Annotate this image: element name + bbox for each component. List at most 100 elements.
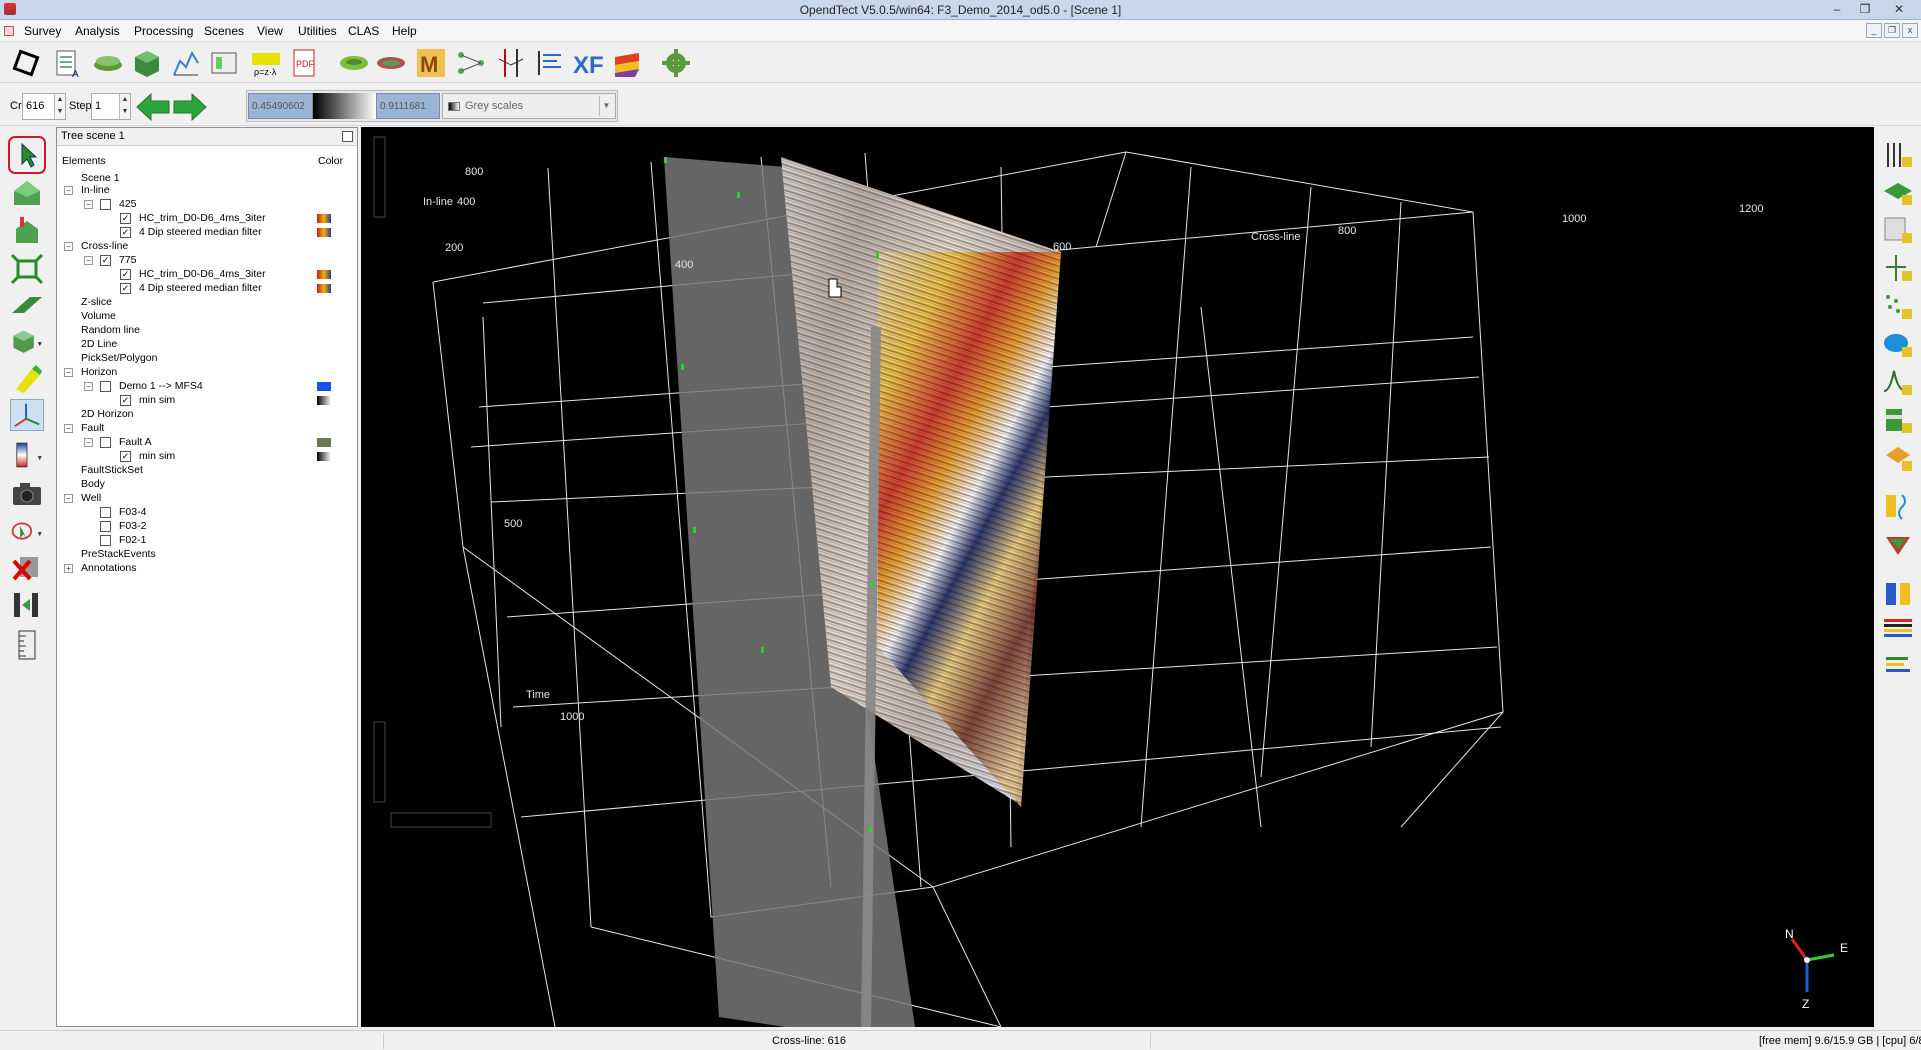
well-log-icon[interactable] [1882, 491, 1914, 521]
step-spinbox[interactable]: 1 ▲ ▼ [91, 93, 131, 120]
tree-inline-attr2[interactable]: 4 Dip steered median filter [139, 226, 262, 239]
expand-well-icon[interactable]: − [64, 494, 73, 503]
expand-fault-icon[interactable]: − [64, 424, 73, 433]
tree-inline-425[interactable]: 425 [119, 198, 137, 211]
sequence-stratigraphy-icon[interactable] [611, 47, 643, 79]
checkbox-crossline-attr1[interactable]: ✓ [120, 269, 131, 280]
3d-scene-viewer[interactable]: In-line Cross-line Time 800 400 200 400 … [361, 127, 1874, 1027]
menu-scenes[interactable]: Scenes [204, 24, 244, 38]
checkbox-inline-attr2[interactable]: ✓ [120, 227, 131, 238]
session-icon[interactable] [1882, 443, 1914, 473]
checkbox-crossline-775[interactable]: ✓ [100, 255, 111, 266]
colorbar-preview[interactable] [313, 93, 376, 119]
expand-425-icon[interactable]: − [84, 200, 93, 209]
tree-well-f02-1[interactable]: F02-1 [119, 534, 146, 547]
tree-random-line[interactable]: Random line [81, 324, 140, 337]
tree-well-f03-2[interactable]: F03-2 [119, 520, 146, 533]
checkbox-inline-425[interactable] [100, 199, 111, 210]
fault-minsim-colortable[interactable] [317, 452, 331, 461]
close-button[interactable]: ✕ [1885, 1, 1913, 18]
cube-icon[interactable] [131, 47, 163, 79]
fault-color-swatch[interactable] [317, 438, 331, 447]
tree-crossline-775[interactable]: 775 [119, 254, 137, 267]
tree-fault[interactable]: Fault [81, 422, 104, 435]
tree-crossline[interactable]: Cross-line [81, 240, 128, 253]
horizon-color-swatch[interactable] [317, 382, 331, 391]
mdi-minimize-button[interactable]: _ [1866, 23, 1882, 38]
color-min-field[interactable]: 0.45490602 [248, 93, 313, 119]
tree-horizon-demo1[interactable]: Demo 1 --> MFS4 [119, 380, 203, 393]
arrow-right-icon[interactable] [172, 92, 208, 122]
remove-object-icon[interactable] [10, 551, 44, 583]
mdi-close-button[interactable]: x [1902, 23, 1918, 38]
axes-icon[interactable] [10, 399, 44, 431]
tree-well-f03-4[interactable]: F03-4 [119, 506, 146, 519]
well-tie-icon[interactable] [495, 47, 527, 79]
crossline-attr1-colortable[interactable] [317, 270, 331, 279]
menu-processing[interactable]: Processing [134, 24, 193, 38]
expand-775-icon[interactable]: − [84, 256, 93, 265]
tree-horizon-minsim[interactable]: min sim [139, 394, 175, 407]
sequence-tool-icon[interactable] [1882, 529, 1914, 559]
col-color[interactable]: Color [318, 155, 343, 168]
plugins-gear-icon[interactable] [660, 47, 692, 79]
view-all-icon[interactable] [10, 253, 44, 285]
horizon-manager-icon[interactable] [1882, 177, 1914, 207]
checkbox-crossline-attr2[interactable]: ✓ [120, 283, 131, 294]
inline-attr2-colortable[interactable] [317, 228, 331, 237]
tree-zslice[interactable]: Z-slice [81, 296, 112, 309]
scene-canvas[interactable]: In-line Cross-line Time 800 400 200 400 … [361, 127, 1874, 1027]
table-icon[interactable] [208, 47, 240, 79]
seismic-strip-icon[interactable] [1882, 615, 1914, 645]
tree-volume[interactable]: Volume [81, 310, 116, 323]
attribute-set-icon[interactable]: A [52, 47, 84, 79]
body-icon[interactable] [1882, 329, 1914, 359]
madagascar-icon[interactable]: M [415, 47, 447, 79]
tree-2d-horizon[interactable]: 2D Horizon [81, 408, 134, 421]
color-max-field[interactable]: 0.9111681 [376, 93, 440, 119]
log-tools-icon[interactable] [533, 47, 565, 79]
highlighter-icon[interactable] [10, 363, 44, 395]
neural-network-icon[interactable] [455, 47, 487, 79]
tree-fault-a[interactable]: Fault A [119, 436, 152, 449]
undock-icon[interactable] [342, 131, 353, 142]
well-display-icon[interactable] [1882, 139, 1914, 169]
crl-spinbox[interactable]: 616 ▲ ▼ [22, 93, 66, 120]
tree-annotations[interactable]: Annotations [81, 562, 136, 575]
expand-demo1-icon[interactable]: − [84, 382, 93, 391]
fault-surface-icon[interactable] [375, 47, 407, 79]
mdi-restore-button[interactable]: ❐ [1884, 23, 1900, 38]
checkbox-horizon-demo1[interactable] [100, 381, 111, 392]
log-correlation-icon[interactable] [1882, 579, 1914, 609]
tree-crossline-attr1[interactable]: HC_trim_D0-D6_4ms_3iter [139, 268, 266, 281]
tree-inline[interactable]: In-line [81, 184, 110, 197]
tree-inline-attr1[interactable]: HC_trim_D0-D6_4ms_3iter [139, 212, 266, 225]
stereo-view-icon[interactable] [10, 589, 44, 621]
checkbox-inline-attr1[interactable]: ✓ [120, 213, 131, 224]
wavelet-icon[interactable] [1882, 367, 1914, 397]
colortable-select[interactable]: Grey scales ▼ [442, 93, 616, 119]
horizon-2d-icon[interactable] [1882, 215, 1914, 245]
survey-setup-icon[interactable] [10, 47, 42, 79]
horizon-icon[interactable] [338, 47, 370, 79]
pdf-icon[interactable]: PDF [288, 47, 320, 79]
tree-fault-minsim[interactable]: min sim [139, 450, 175, 463]
menu-clas[interactable]: CLAS [348, 24, 379, 38]
menu-analysis[interactable]: Analysis [75, 24, 120, 38]
checkbox-well-f03-4[interactable] [100, 507, 111, 518]
zoom-mouse-icon[interactable]: ▼ [10, 515, 44, 547]
tree-pickset[interactable]: PickSet/Polygon [81, 352, 157, 365]
menu-help[interactable]: Help [392, 24, 417, 38]
stratigraphy-icon[interactable] [1882, 405, 1914, 435]
checkbox-fault-a[interactable] [100, 437, 111, 448]
checkbox-well-f03-2[interactable] [100, 521, 111, 532]
crossplot-icon[interactable] [170, 47, 202, 79]
minimize-button[interactable]: – [1823, 1, 1851, 18]
expand-faulta-icon[interactable]: − [84, 438, 93, 447]
col-elements[interactable]: Elements [62, 155, 106, 168]
camera-icon[interactable] [10, 477, 44, 509]
tree-2d-line[interactable]: 2D Line [81, 338, 117, 351]
menu-survey[interactable]: Survey [24, 24, 61, 38]
tree-prestackevents[interactable]: PreStackEvents [81, 548, 156, 561]
menu-view[interactable]: View [257, 24, 283, 38]
